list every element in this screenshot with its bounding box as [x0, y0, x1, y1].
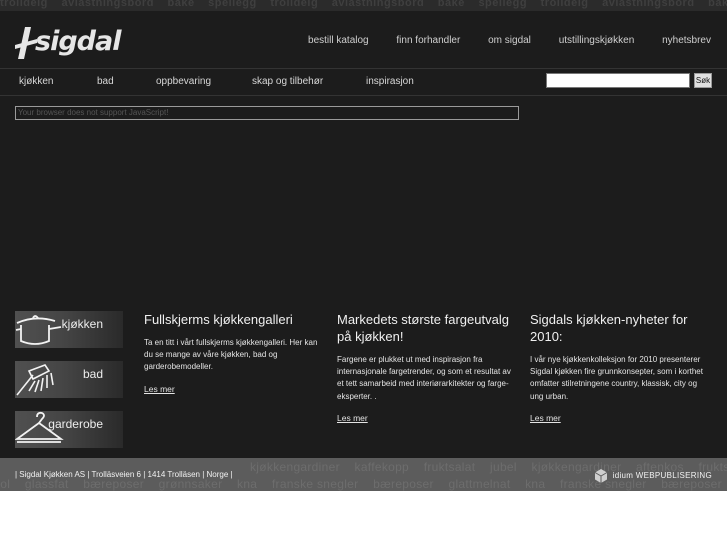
watermark-word: grønnsaker [158, 477, 223, 491]
main-nav-skap-og-tilbehor[interactable]: skap og tilbehør [252, 76, 323, 87]
read-more-link[interactable]: Les mer [530, 413, 561, 423]
watermark-word: fruktsalat [423, 460, 476, 474]
pot-icon [15, 315, 62, 345]
tile-bad[interactable]: bad [15, 361, 123, 398]
main-nav-bad[interactable]: bad [97, 76, 114, 87]
column-title: Markedets største fargeutvalg på kjøkken… [337, 312, 509, 344]
top-nav: bestill katalog finn forhandler om sigda… [283, 35, 711, 46]
column-title: Sigdals kjøkken-nyheter for 2010: [530, 312, 688, 344]
watermark-word: glassfat [24, 477, 69, 491]
main-nav-inspirasjon[interactable]: inspirasjon [366, 76, 414, 87]
idium-credit[interactable]: idium WEBPUBLISERING [594, 469, 712, 483]
main-nav-oppbevaring[interactable]: oppbevaring [156, 76, 211, 87]
nav-finn-forhandler[interactable]: finn forhandler [396, 35, 460, 46]
watermark-word: trolldeig [270, 0, 319, 9]
main-nav: kjøkken bad oppbevaring skap og tilbehør… [0, 69, 727, 95]
sigdal-logo[interactable]: sigdal [15, 25, 121, 63]
column-title: Fullskjerms kjøkkengalleri [144, 312, 293, 327]
tile-kjokken[interactable]: kjøkken [15, 311, 123, 348]
nav-divider [0, 95, 727, 96]
watermark-word: kjøkkengardiner [250, 460, 340, 474]
tile-label: kjøkken [61, 317, 103, 331]
read-more-link[interactable]: Les mer [144, 384, 175, 394]
watermark-word: bæreposer [83, 477, 145, 491]
content-column-colors: Markedets største fargeutvalg på kjøkken… [337, 311, 512, 426]
watermark-word: speilegg [478, 0, 528, 9]
javascript-notice: Your browser does not support JavaScript… [15, 106, 519, 120]
watermark-word: kaffekopp [354, 460, 410, 474]
watermark-word: trolldeig [0, 0, 48, 9]
column-text: Fargene er plukket ut med inspirasjon fr… [337, 355, 511, 401]
search-button[interactable]: Søk [694, 73, 712, 88]
watermark-word: bake [708, 0, 727, 9]
search-input[interactable] [546, 73, 690, 88]
logo-text: sigdal [35, 26, 121, 57]
watermark-word: rol [0, 477, 11, 491]
footer: kjøkkengardiner kaffekopp fruktsalat jub… [0, 458, 727, 491]
site-wrapper: trolldeig avlastningsbord bake speilegg … [0, 0, 727, 491]
watermark-word: trolldeig [540, 0, 589, 9]
shower-icon [16, 364, 54, 396]
header: sigdal bestill katalog finn forhandler o… [0, 11, 727, 68]
nav-utstillingskjokken[interactable]: utstillingskjøkken [559, 35, 635, 46]
watermark-word: bæreposer [373, 477, 434, 491]
tile-label: bad [82, 367, 103, 381]
content-column-news: Sigdals kjøkken-nyheter for 2010: I vår … [530, 311, 705, 426]
footer-address: | Sigdal Kjøkken AS | Trolläsveien 6 | 1… [15, 470, 233, 479]
column-text: Ta en titt i vårt fullskjerms kjøkkengal… [144, 338, 318, 372]
watermark-word: bake [437, 0, 465, 9]
watermark-word: glattmelnat [448, 477, 511, 491]
nav-om-sigdal[interactable]: om sigdal [488, 35, 531, 46]
idium-logo-icon [594, 469, 607, 483]
idium-brand-name: idium [612, 471, 634, 481]
nav-nyhetsbrev[interactable]: nyhetsbrev [662, 35, 711, 46]
nav-bestill-katalog[interactable]: bestill katalog [308, 35, 369, 46]
watermark-word: avlastningsbord [331, 0, 425, 9]
watermark-word: bake [167, 0, 195, 9]
watermark-word: jubel [490, 460, 517, 474]
read-more-link[interactable]: Les mer [337, 413, 368, 423]
watermark-word: avlastningsbord [61, 0, 154, 9]
watermark-word: kna [237, 477, 258, 491]
watermark-word: speilegg [208, 0, 257, 9]
idium-brand-tagline: WEBPUBLISERING [635, 471, 712, 481]
content-column-gallery: Fullskjerms kjøkkengalleri Ta en titt i … [144, 311, 319, 397]
main-nav-kjokken[interactable]: kjøkken [19, 76, 53, 87]
tile-garderobe[interactable]: garderobe [15, 411, 123, 448]
watermark-word: franske snegler [271, 477, 359, 491]
watermark-word: kna [525, 477, 546, 491]
column-text: I vår nye kjøkkenkolleksjon for 2010 pre… [530, 355, 703, 401]
top-watermark-strip: trolldeig avlastningsbord bake speilegg … [0, 0, 727, 11]
watermark-word: avlastningsbord [602, 0, 695, 9]
tile-label: garderobe [48, 417, 103, 431]
